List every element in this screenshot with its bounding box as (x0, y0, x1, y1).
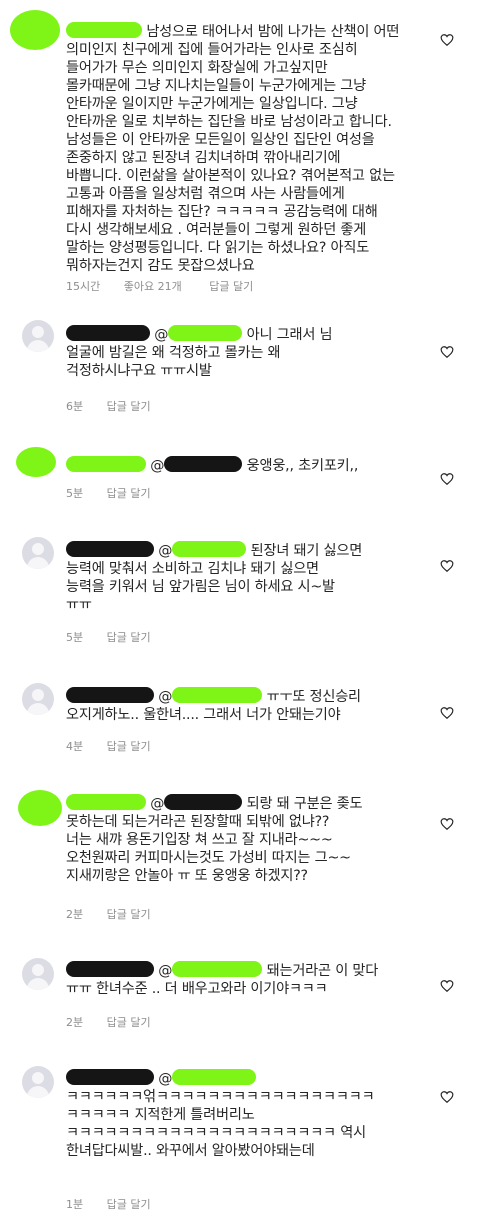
redacted-username (66, 541, 154, 557)
redacted-username (66, 22, 142, 38)
comment-text: @ 아니 그래서 님 얼굴에 밤길은 왜 걱정하고 몰카는 왜 걱정하시냐구요 … (66, 325, 333, 379)
comment-time: 5분 (66, 487, 84, 500)
comment-time: 15시간 (66, 280, 101, 293)
comment-time: 6분 (66, 400, 84, 413)
comment-time: 5분 (66, 631, 84, 644)
comment-text: @ ㅋㅋㅋㅋㅋㅋ얶ㅋㅋㅋㅋㅋㅋㅋㅋㅋㅋㅋㅋㅋㅋㅋㅋㅋ ㅋㅋㅋㅋㅋ 지적한게 틀려… (66, 1069, 375, 1159)
reply-button[interactable]: 답글 달기 (209, 280, 253, 293)
heart-icon[interactable] (440, 817, 454, 831)
comment-meta: 2분 답글 달기 (66, 1014, 171, 1030)
redacted-username (66, 1069, 154, 1085)
comment-meta: 6분 답글 달기 (66, 398, 171, 414)
redacted-mention (172, 1069, 257, 1085)
comment-meta: 4분 답글 달기 (66, 738, 171, 754)
reply-button[interactable]: 답글 달기 (107, 400, 151, 413)
comment-time: 1분 (66, 1198, 84, 1211)
reply-button[interactable]: 답글 달기 (107, 740, 151, 753)
redacted-username (66, 794, 146, 810)
like-count[interactable]: 좋아요 21개 (124, 280, 182, 293)
reply-button[interactable]: 답글 달기 (107, 1198, 151, 1211)
reply-button[interactable]: 답글 달기 (107, 908, 151, 921)
comment-text: 남성으로 태어나서 밤에 나가는 산책이 어떤 의미인지 친구에게 집에 들어가… (66, 22, 400, 274)
comment-time: 2분 (66, 908, 84, 921)
heart-icon[interactable] (440, 1090, 454, 1104)
heart-icon[interactable] (440, 559, 454, 573)
redacted-mention (164, 456, 243, 472)
avatar[interactable] (22, 958, 54, 990)
comment-text: @ 되랑 돼 구분은 좆도 못하는데 되는거라곤 된장할때 되밖에 없냐?? 너… (66, 794, 363, 884)
comment-meta: 1분 답글 달기 (66, 1196, 171, 1212)
comment-text: @ 웅앵웅,, 초키포키,, (66, 456, 416, 475)
heart-icon[interactable] (440, 979, 454, 993)
comment-time: 4분 (66, 740, 84, 753)
redacted-mention (172, 961, 263, 977)
comment-meta: 2분 답글 달기 (66, 906, 171, 922)
redacted-mention (172, 541, 247, 557)
reply-button[interactable]: 답글 달기 (107, 631, 151, 644)
avatar[interactable] (18, 790, 62, 826)
redacted-username (66, 961, 154, 977)
avatar[interactable] (22, 683, 54, 715)
avatar[interactable] (10, 10, 60, 50)
comment-meta: 15시간 좋아요 21개 답글 달기 (66, 278, 273, 294)
comment-text: @ ㅠㅜ또 정신승리 오지게하노.. 울한녀.... 그래서 너가 안돼는기야 (66, 687, 361, 723)
avatar[interactable] (22, 1066, 54, 1098)
avatar[interactable] (22, 537, 54, 569)
heart-icon[interactable] (440, 345, 454, 359)
comment-text: @ 된장녀 돼기 싫으면 능력에 맞춰서 소비하고 김치냐 돼기 싫으면 능력을… (66, 541, 363, 613)
redacted-mention (164, 794, 243, 810)
reply-button[interactable]: 답글 달기 (107, 487, 151, 500)
redacted-username (66, 687, 154, 703)
comment-meta: 5분 답글 달기 (66, 485, 171, 501)
heart-icon[interactable] (440, 33, 454, 47)
avatar[interactable] (22, 320, 54, 352)
redacted-mention (172, 687, 263, 703)
redacted-mention (168, 325, 243, 341)
redacted-username (66, 325, 150, 341)
comment-meta: 5분 답글 달기 (66, 629, 171, 645)
redacted-username (66, 456, 146, 472)
comment-text: @ 돼는거라곤 이 맞다 ㅠㅠ 한녀수준 .. 더 배우고와라 이기야ㅋㅋㅋ (66, 961, 379, 997)
reply-button[interactable]: 답글 달기 (107, 1016, 151, 1029)
avatar[interactable] (16, 447, 56, 477)
heart-icon[interactable] (440, 472, 454, 486)
heart-icon[interactable] (440, 706, 454, 720)
comment-time: 2분 (66, 1016, 84, 1029)
